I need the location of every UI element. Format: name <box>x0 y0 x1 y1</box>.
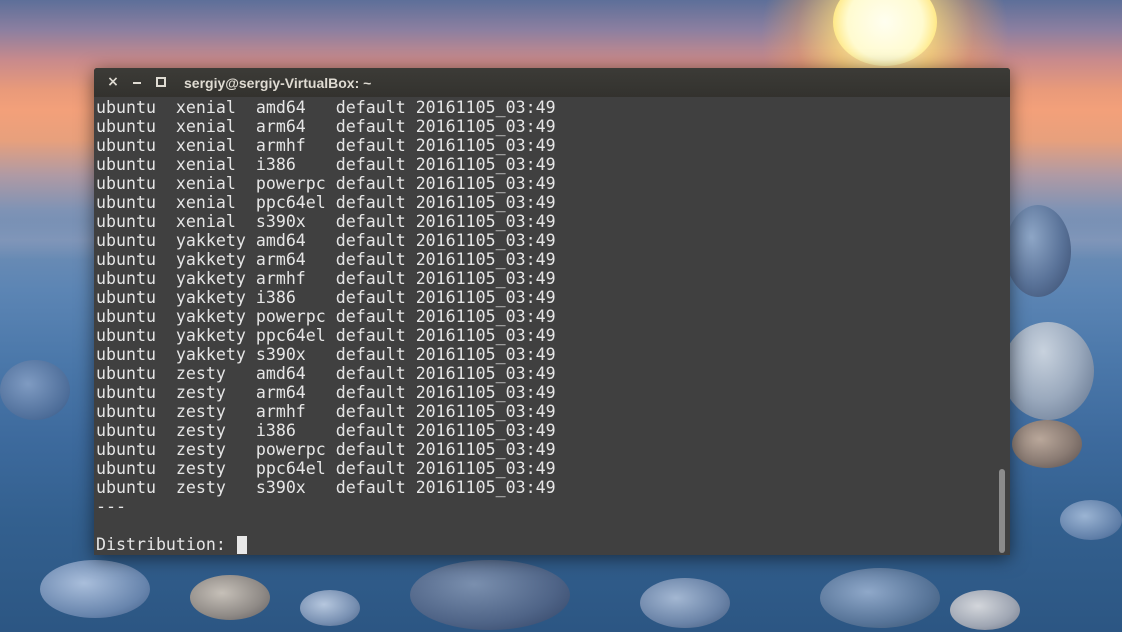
pebble <box>410 560 570 630</box>
terminal-line: ubuntu xenial powerpc default 20161105_0… <box>96 174 556 193</box>
terminal-line: ubuntu yakkety arm64 default 20161105_03… <box>96 250 556 269</box>
close-button[interactable]: × <box>105 74 121 90</box>
text-cursor <box>236 535 247 554</box>
terminal-line: ubuntu zesty arm64 default 20161105_03:4… <box>96 383 556 402</box>
terminal-prompt-row[interactable]: Distribution: <box>96 535 992 554</box>
terminal-line: ubuntu xenial arm64 default 20161105_03:… <box>96 117 556 136</box>
terminal-line: ubuntu xenial i386 default 20161105_03:4… <box>96 155 556 174</box>
terminal-line: ubuntu yakkety amd64 default 20161105_03… <box>96 231 556 250</box>
pebble <box>1060 500 1122 540</box>
terminal-area[interactable]: ubuntu xenial amd64 default 20161105_03:… <box>94 97 1010 555</box>
terminal-line: --- <box>96 497 126 516</box>
terminal-line: ubuntu zesty amd64 default 20161105_03:4… <box>96 364 556 383</box>
pebble <box>950 590 1020 630</box>
terminal-line: ubuntu yakkety s390x default 20161105_03… <box>96 345 556 364</box>
pebble <box>40 560 150 618</box>
pebble <box>1002 322 1094 420</box>
terminal-line: ubuntu yakkety armhf default 20161105_03… <box>96 269 556 288</box>
close-icon: × <box>107 74 119 90</box>
terminal-line: ubuntu yakkety i386 default 20161105_03:… <box>96 288 556 307</box>
pebble <box>640 578 730 628</box>
pebble <box>300 590 360 626</box>
maximize-icon <box>156 77 166 87</box>
terminal-line: ubuntu zesty powerpc default 20161105_03… <box>96 440 556 459</box>
pebble <box>1012 420 1082 468</box>
terminal-output: ubuntu xenial amd64 default 20161105_03:… <box>96 98 992 554</box>
scrollbar[interactable] <box>997 99 1007 553</box>
terminal-line: ubuntu zesty s390x default 20161105_03:4… <box>96 478 556 497</box>
pebble <box>1005 205 1071 297</box>
terminal-line: ubuntu zesty armhf default 20161105_03:4… <box>96 402 556 421</box>
terminal-line: ubuntu yakkety powerpc default 20161105_… <box>96 307 556 326</box>
pebble <box>0 360 70 420</box>
terminal-line: ubuntu zesty i386 default 20161105_03:49 <box>96 421 556 440</box>
terminal-line: ubuntu zesty ppc64el default 20161105_03… <box>96 459 556 478</box>
window-titlebar[interactable]: × sergiy@sergiy-VirtualBox: ~ <box>94 68 1010 97</box>
terminal-line: ubuntu xenial amd64 default 20161105_03:… <box>96 98 556 117</box>
minimize-icon <box>133 82 141 84</box>
terminal-line: ubuntu xenial ppc64el default 20161105_0… <box>96 193 556 212</box>
terminal-line: ubuntu xenial armhf default 20161105_03:… <box>96 136 556 155</box>
terminal-line: ubuntu yakkety ppc64el default 20161105_… <box>96 326 556 345</box>
terminal-prompt: Distribution: <box>96 535 236 554</box>
minimize-button[interactable] <box>129 74 145 90</box>
scrollbar-thumb[interactable] <box>999 469 1005 553</box>
window-title: sergiy@sergiy-VirtualBox: ~ <box>184 75 372 91</box>
pebble <box>820 568 940 628</box>
terminal-line: ubuntu xenial s390x default 20161105_03:… <box>96 212 556 231</box>
terminal-window[interactable]: × sergiy@sergiy-VirtualBox: ~ ubuntu xen… <box>94 68 1010 555</box>
maximize-button[interactable] <box>153 74 169 90</box>
pebble <box>190 575 270 620</box>
